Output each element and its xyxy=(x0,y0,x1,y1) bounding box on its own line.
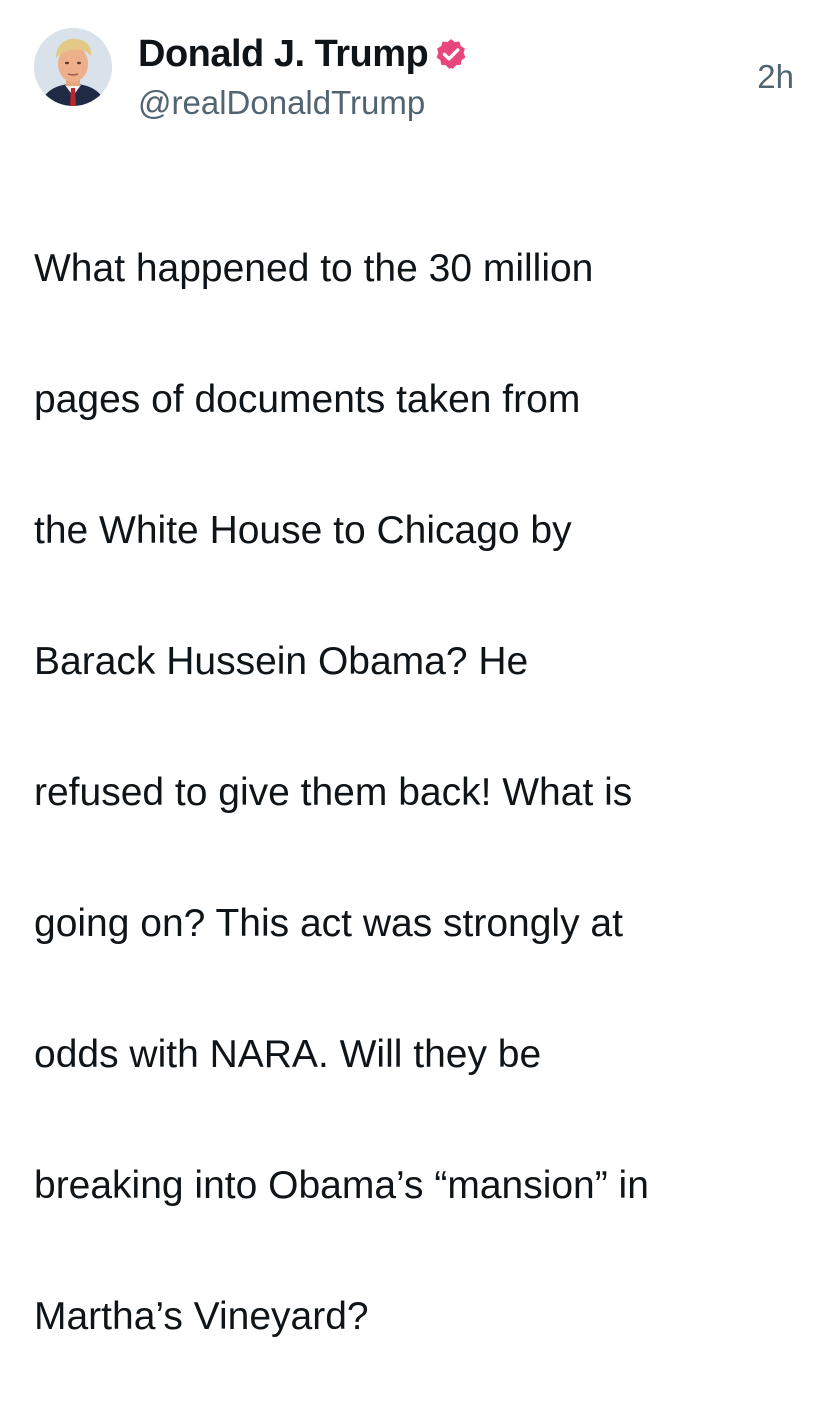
post-body-line: going on? This act was strongly at xyxy=(34,901,623,945)
post-card: Donald J. Trump @realDonaldTrump 2h What… xyxy=(0,0,828,1338)
author-handle[interactable]: @realDonaldTrump xyxy=(138,84,425,122)
author-avatar[interactable] xyxy=(34,28,112,106)
author-name-row: Donald J. Trump xyxy=(138,32,468,76)
verified-badge-icon xyxy=(434,37,468,71)
author-display-name[interactable]: Donald J. Trump xyxy=(138,33,429,76)
post-timestamp[interactable]: 2h xyxy=(757,58,794,96)
post-body-line: odds with NARA. Will they be xyxy=(34,1032,542,1076)
post-body-line: breaking into Obama’s “mansion” in xyxy=(34,1163,649,1207)
post-body-line: the White House to Chicago by xyxy=(34,508,572,552)
post-body-line: refused to give them back! What is xyxy=(34,770,633,814)
profile-photo-icon xyxy=(34,28,112,106)
post-body-line: pages of documents taken from xyxy=(34,377,581,421)
post-body: What happened to the 30 million pages of… xyxy=(34,170,814,1415)
post-body-line: What happened to the 30 million xyxy=(34,246,594,290)
post-body-line: Martha’s Vineyard? xyxy=(34,1294,369,1338)
post-body-line: Barack Hussein Obama? He xyxy=(34,639,529,683)
